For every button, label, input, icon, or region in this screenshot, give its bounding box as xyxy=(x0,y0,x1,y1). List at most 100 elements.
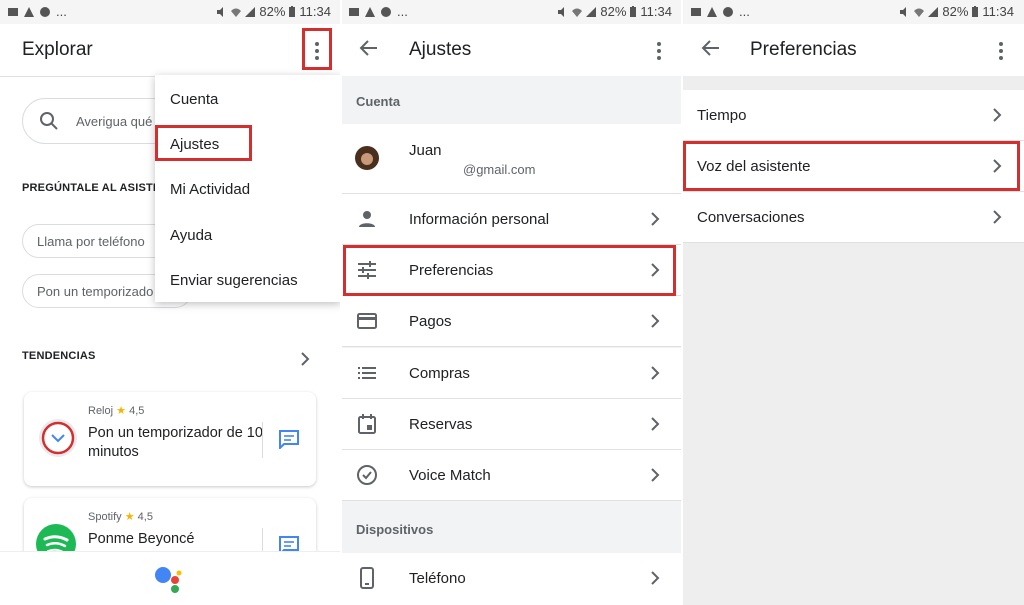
settings-screen: ... 82% 11:34 Ajustes Cuenta Juan @gmail… xyxy=(341,0,682,605)
warning-icon xyxy=(365,6,375,17)
menu-item-mi-actividad[interactable]: Mi Actividad xyxy=(170,181,250,198)
preferences-item-weather[interactable]: Tiempo xyxy=(683,90,1024,141)
card-app-name: Reloj xyxy=(88,405,114,417)
star-icon: ★ xyxy=(124,511,135,523)
gallery-icon xyxy=(8,7,18,16)
account-row[interactable]: Juan @gmail.com xyxy=(341,124,682,194)
page-title: Preferencias xyxy=(750,39,857,60)
user-email: @gmail.com xyxy=(463,162,536,177)
status-bar: ... 82% 11:34 xyxy=(0,0,341,24)
search-placeholder: Averigua qué xyxy=(76,114,153,129)
chevron-right-icon[interactable] xyxy=(300,352,310,366)
mute-icon xyxy=(217,6,224,17)
card-meta: Reloj ★ 4,5 xyxy=(88,404,144,417)
battery-level: 82% xyxy=(942,4,969,19)
bottom-bar xyxy=(0,551,341,605)
card-rating: 4,5 xyxy=(137,511,153,523)
settings-item-label: Voice Match xyxy=(409,467,491,484)
card-app-name: Spotify xyxy=(88,511,122,523)
battery-level: 82% xyxy=(600,4,627,19)
settings-item-reservations[interactable]: Reservas xyxy=(341,399,682,450)
status-bar: ... 82% 11:34 xyxy=(683,0,1024,24)
status-ellipsis: ... xyxy=(56,4,67,19)
menu-item-enviar-sugerencias[interactable]: Enviar sugerencias xyxy=(170,272,298,289)
list-icon xyxy=(358,367,376,379)
trend-card-timer[interactable]: Reloj ★ 4,5 Pon un temporizador de 10 mi… xyxy=(24,392,316,486)
battery-icon xyxy=(972,6,979,17)
back-arrow-icon[interactable] xyxy=(699,36,723,60)
sync-icon xyxy=(381,6,391,17)
battery-level: 82% xyxy=(259,4,286,19)
user-name: Juan xyxy=(409,142,442,159)
overflow-menu-icon[interactable] xyxy=(989,37,1013,65)
highlight-overflow-menu xyxy=(302,28,332,70)
chevron-right-icon xyxy=(651,468,660,482)
chevron-right-icon xyxy=(651,314,660,328)
settings-item-label: Información personal xyxy=(409,211,550,228)
settings-item-phone[interactable]: Teléfono xyxy=(341,553,682,605)
mute-icon xyxy=(900,6,907,17)
settings-item-label: Reservas xyxy=(409,416,473,433)
chevron-right-icon xyxy=(651,417,660,431)
sync-icon xyxy=(723,6,733,17)
panel-divider xyxy=(681,0,683,605)
clock: 11:34 xyxy=(299,4,331,19)
card-rating: 4,5 xyxy=(129,405,145,417)
preferences-item-conversations[interactable]: Conversaciones xyxy=(683,192,1024,243)
app-bar: Preferencias xyxy=(683,24,1024,76)
battery-icon xyxy=(289,6,296,17)
section-account: Cuenta xyxy=(356,94,401,109)
wifi-icon xyxy=(231,8,242,17)
settings-item-label: Compras xyxy=(409,365,470,382)
clock: 11:34 xyxy=(640,4,672,19)
overflow-menu-icon[interactable] xyxy=(647,37,671,65)
menu-item-ayuda[interactable]: Ayuda xyxy=(170,227,212,244)
star-icon: ★ xyxy=(116,405,127,417)
section-devices: Dispositivos xyxy=(356,522,434,537)
section-ask-assistant: PREGÚNTALE AL ASISTEN xyxy=(22,182,169,194)
page-title: Ajustes xyxy=(409,39,472,60)
explore-screen: ... 82% 11:34 Explorar Averigua qué PREG… xyxy=(0,0,341,605)
settings-item-payments[interactable]: Pagos xyxy=(341,296,682,347)
battery-icon xyxy=(630,6,637,17)
calendar-icon xyxy=(358,414,376,434)
card-title: Ponme Beyoncé xyxy=(88,531,195,547)
status-bar: ... 82% 11:34 xyxy=(341,0,682,24)
chevron-right-icon xyxy=(651,571,660,585)
preferences-screen: ... 82% 11:34 Preferencias Tiempo Voz de… xyxy=(683,0,1024,605)
settings-item-personal-info[interactable]: Información personal xyxy=(341,194,682,245)
settings-item-purchases[interactable]: Compras xyxy=(341,348,682,399)
highlight-preferences xyxy=(343,245,676,296)
signal-icon xyxy=(586,6,597,17)
chevron-right-icon xyxy=(993,210,1002,224)
settings-item-label: Pagos xyxy=(409,313,452,330)
app-bar: Ajustes xyxy=(341,24,682,76)
voice-match-icon xyxy=(357,465,377,485)
mute-icon xyxy=(558,6,565,17)
search-icon xyxy=(40,112,58,130)
wifi-icon xyxy=(572,8,583,17)
signal-icon xyxy=(928,6,939,17)
overflow-dropdown-menu: Cuenta Ajustes Mi Actividad Ayuda Enviar… xyxy=(155,75,341,302)
chevron-right-icon xyxy=(651,212,660,226)
back-arrow-icon[interactable] xyxy=(357,36,381,60)
gallery-icon xyxy=(349,7,359,16)
warning-icon xyxy=(24,6,34,17)
clock-app-icon xyxy=(39,419,77,457)
person-icon xyxy=(359,211,375,227)
highlight-assistant-voice xyxy=(683,141,1020,191)
menu-item-cuenta[interactable]: Cuenta xyxy=(170,91,218,108)
divider xyxy=(262,422,263,458)
settings-item-voice-match[interactable]: Voice Match xyxy=(341,450,682,501)
preferences-item-label: Conversaciones xyxy=(697,209,805,226)
chat-icon[interactable] xyxy=(278,429,300,449)
preferences-item-label: Tiempo xyxy=(697,107,747,124)
chevron-right-icon xyxy=(651,366,660,380)
gallery-icon xyxy=(691,7,701,16)
card-title: Pon un temporizador de 10 minutos xyxy=(88,425,263,460)
google-assistant-icon[interactable] xyxy=(154,564,186,594)
signal-icon xyxy=(245,6,256,17)
status-ellipsis: ... xyxy=(397,4,408,19)
highlight-ajustes xyxy=(155,125,252,161)
clock: 11:34 xyxy=(982,4,1014,19)
